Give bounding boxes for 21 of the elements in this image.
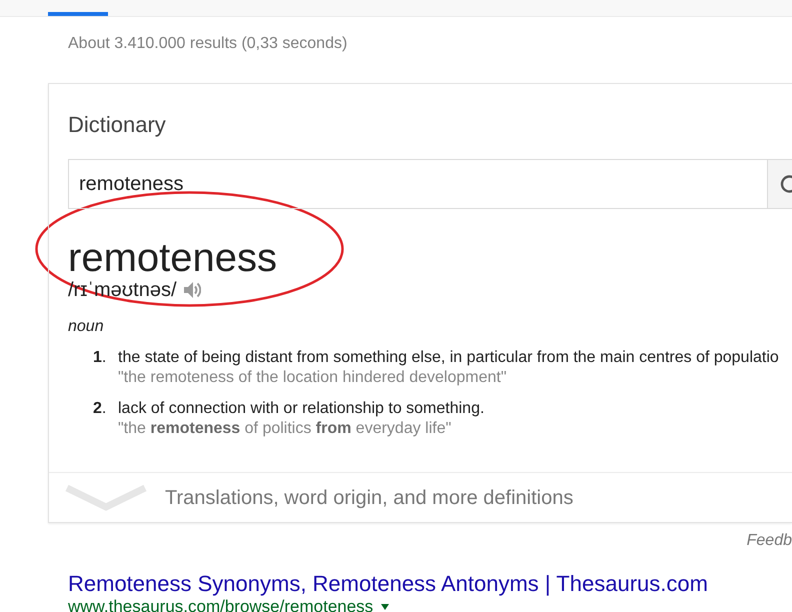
search-icon xyxy=(780,175,792,193)
search-button[interactable] xyxy=(767,159,792,209)
result-stats: About 3.410.000 results (0,33 seconds) xyxy=(68,35,348,52)
definition-text: lack of connection with or relationship to something. xyxy=(118,399,484,419)
example-sentence: "the remoteness of the location hindered development" xyxy=(118,368,508,388)
result-title-link[interactable]: Remoteness Synonyms, Remoteness Antonyms | Thesaurus.com xyxy=(68,571,708,597)
more-definitions-row[interactable]: Translations, word origin, and more definitions xyxy=(49,472,792,522)
search-field[interactable]: remoteness xyxy=(68,159,767,209)
result-url: www.thesaurus.com/browse/remoteness xyxy=(68,597,374,612)
more-definitions-text: Translations, word origin, and more definitions xyxy=(165,486,574,510)
feedback-link[interactable]: Feedb xyxy=(746,531,792,551)
caret-icon[interactable] xyxy=(381,604,390,610)
definition-text: the state of being distant from something else, in particular from the main centres of populatio xyxy=(118,348,779,368)
sense-number: 1. xyxy=(93,348,108,368)
speaker-icon[interactable] xyxy=(184,281,201,299)
example-sentence: "the remoteness of politics from everyday life" xyxy=(118,419,452,439)
sense-number: 2. xyxy=(93,399,108,419)
headword: remoteness xyxy=(68,237,278,279)
part-of-speech: noun xyxy=(68,317,105,337)
dictionary-title: Dictionary xyxy=(68,111,167,139)
chevron-down-icon xyxy=(65,484,147,512)
